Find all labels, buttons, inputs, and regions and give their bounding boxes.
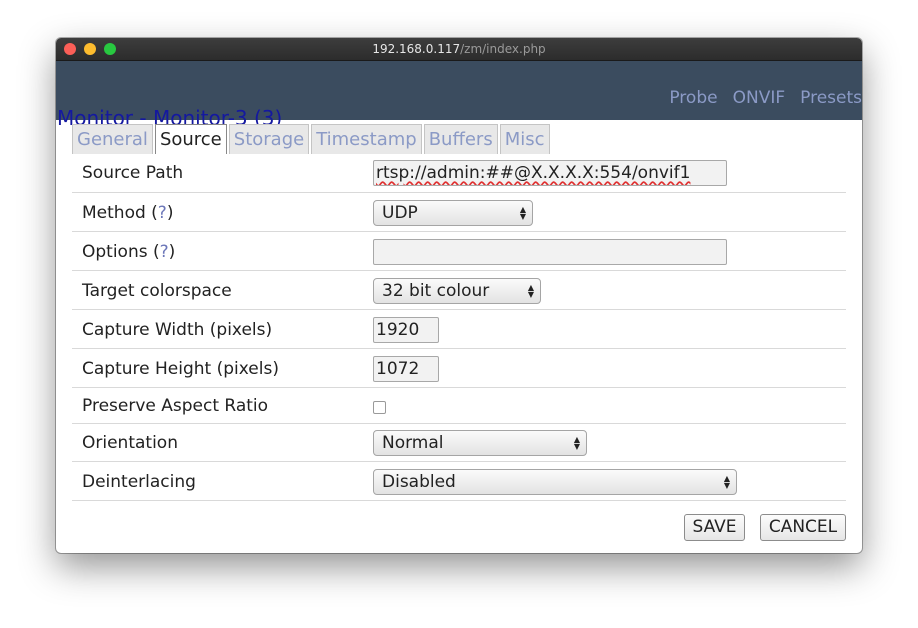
colorspace-value: 32 bit colour <box>382 281 490 301</box>
page-header: Probe ONVIF Presets Monitor - Monitor-3 … <box>56 61 862 129</box>
options-label-text: Options ( <box>82 242 160 262</box>
row-deinterlacing: Deinterlacing Disabled ▲ ▼ <box>72 462 846 501</box>
method-label: Method (?) <box>82 203 173 223</box>
orientation-label: Orientation <box>82 433 178 453</box>
method-value: UDP <box>382 203 418 223</box>
save-button[interactable]: SAVE <box>684 514 745 541</box>
address-text: 192.168.0.117/zm/index.php <box>56 42 862 56</box>
tab-storage[interactable]: Storage <box>228 124 310 154</box>
method-select[interactable]: UDP ▲ ▼ <box>373 200 533 226</box>
row-aspect-ratio: Preserve Aspect Ratio <box>72 388 846 424</box>
source-path-label: Source Path <box>82 163 184 183</box>
method-help-link[interactable]: ? <box>158 203 167 223</box>
colorspace-select[interactable]: 32 bit colour ▲ ▼ <box>373 278 541 304</box>
url-host: 192.168.0.117 <box>372 42 461 56</box>
options-label: Options (?) <box>82 242 175 262</box>
deinterlacing-select[interactable]: Disabled ▲ ▼ <box>373 469 737 495</box>
tab-source[interactable]: Source <box>154 124 227 154</box>
method-label-close: ) <box>166 203 174 223</box>
capture-height-label: Capture Height (pixels) <box>82 359 279 379</box>
select-arrows-icon: ▲ ▼ <box>573 435 580 451</box>
capture-height-input[interactable]: 1072 <box>373 356 439 382</box>
options-label-close: ) <box>168 242 176 262</box>
tab-timestamp[interactable]: Timestamp <box>311 124 422 154</box>
row-colorspace: Target colorspace 32 bit colour ▲ ▼ <box>72 271 846 310</box>
aspect-ratio-checkbox[interactable] <box>373 401 386 414</box>
presets-link[interactable]: Presets <box>800 88 862 108</box>
browser-window: 192.168.0.117/zm/index.php Probe ONVIF P… <box>56 38 862 553</box>
orientation-value: Normal <box>382 433 444 453</box>
select-arrows-icon: ▲ ▼ <box>527 283 534 299</box>
cancel-button[interactable]: CANCEL <box>760 514 846 541</box>
row-source-path: Source Path rtsp://admin:##@X.X.X.X:554/… <box>72 154 846 193</box>
row-options: Options (?) <box>72 232 846 271</box>
source-path-input[interactable]: rtsp://admin:##@X.X.X.X:554/onvif1 <box>373 160 727 186</box>
capture-width-label: Capture Width (pixels) <box>82 320 273 340</box>
deinterlacing-value: Disabled <box>382 472 456 492</box>
select-arrows-icon: ▲ ▼ <box>519 205 526 221</box>
source-form: Source Path rtsp://admin:##@X.X.X.X:554/… <box>72 154 846 501</box>
select-arrows-icon: ▲ ▼ <box>723 474 730 490</box>
row-capture-width: Capture Width (pixels) 1920 <box>72 310 846 349</box>
deinterlacing-label: Deinterlacing <box>82 472 196 492</box>
tab-misc[interactable]: Misc <box>499 124 550 154</box>
aspect-ratio-label: Preserve Aspect Ratio <box>82 396 269 416</box>
tab-buffers[interactable]: Buffers <box>423 124 498 154</box>
row-capture-height: Capture Height (pixels) 1072 <box>72 349 846 388</box>
url-path: /zm/index.php <box>460 42 546 56</box>
row-orientation: Orientation Normal ▲ ▼ <box>72 424 846 462</box>
header-links: Probe ONVIF Presets <box>669 88 862 108</box>
options-input[interactable] <box>373 239 727 265</box>
row-method: Method (?) UDP ▲ ▼ <box>72 193 846 232</box>
options-help-link[interactable]: ? <box>160 242 169 262</box>
title-bar: 192.168.0.117/zm/index.php <box>56 38 862 61</box>
method-label-text: Method ( <box>82 203 158 223</box>
tab-bar: General Source Storage Timestamp Buffers… <box>72 124 550 154</box>
tab-general[interactable]: General <box>72 124 153 154</box>
probe-link[interactable]: Probe <box>669 88 717 108</box>
capture-width-input[interactable]: 1920 <box>373 317 439 343</box>
onvif-link[interactable]: ONVIF <box>733 88 786 108</box>
orientation-select[interactable]: Normal ▲ ▼ <box>373 430 587 456</box>
colorspace-label: Target colorspace <box>82 281 232 301</box>
